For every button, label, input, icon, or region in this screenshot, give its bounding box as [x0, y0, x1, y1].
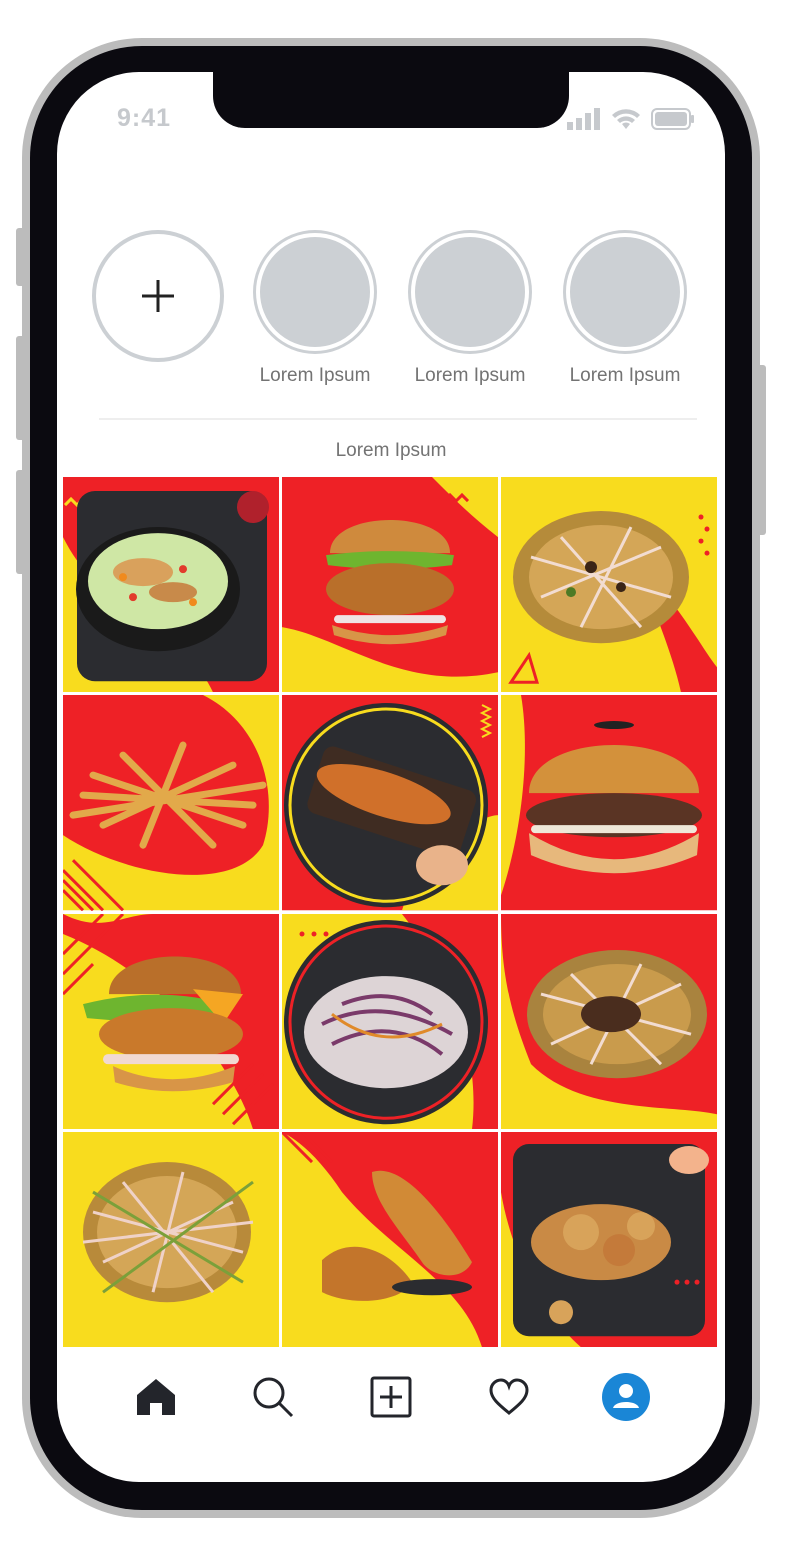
sauce-fries-post[interactable] [63, 1131, 279, 1347]
chicken-strips-post[interactable] [282, 1131, 498, 1347]
plus-icon [142, 280, 174, 312]
loaded-fries-post[interactable] [501, 477, 717, 693]
add-story-circle[interactable] [92, 230, 224, 362]
pulled-beef-burger-post[interactable] [501, 695, 717, 911]
story-label: Lorem Ipsum [569, 365, 681, 386]
chicken-burger-post[interactable] [282, 477, 498, 693]
signal-icon [567, 108, 600, 130]
french-fries-post[interactable] [63, 695, 279, 911]
status-icons [567, 108, 695, 130]
nav-add-post[interactable] [363, 1369, 419, 1425]
nav-search[interactable] [245, 1369, 301, 1425]
search-icon [253, 1377, 294, 1418]
divider [99, 418, 697, 420]
post-grid [63, 477, 717, 1347]
story-item[interactable]: Lorem Ipsum [403, 230, 537, 387]
add-story[interactable] [91, 230, 225, 362]
story-avatar[interactable] [256, 233, 374, 351]
bottom-nav [57, 1352, 725, 1442]
home-icon [136, 1379, 175, 1415]
coleslaw-post[interactable] [282, 913, 498, 1129]
battery-icon [651, 108, 694, 130]
profile-icon [602, 1373, 651, 1421]
mute-switch [16, 228, 26, 286]
volume-up-button [16, 336, 26, 440]
wifi-icon [612, 109, 640, 129]
story-item[interactable]: Lorem Ipsum [558, 230, 692, 387]
stories-row: Lorem Ipsum Lorem Ipsum Lorem Ipsum [91, 230, 701, 410]
chicken-wings-post[interactable] [282, 695, 498, 911]
add-post-icon [370, 1376, 412, 1418]
power-button [756, 365, 766, 535]
notch [213, 72, 569, 128]
heart-icon [489, 1378, 529, 1415]
status-time: 9:41 [117, 104, 172, 132]
story-avatar[interactable] [566, 233, 684, 351]
beef-loaded-fries-post[interactable] [501, 913, 717, 1129]
nav-home[interactable] [128, 1369, 184, 1425]
story-item[interactable]: Lorem Ipsum [248, 230, 382, 387]
nav-profile[interactable] [598, 1369, 654, 1425]
volume-down-button [16, 470, 26, 574]
story-label: Lorem Ipsum [414, 365, 526, 386]
screen: 9:41 Lorem Ipsum Lorem Ipsum Lorem Ipsum… [57, 72, 725, 1482]
crispy-chicken-burger-post[interactable] [63, 913, 279, 1129]
section-label[interactable]: Lorem Ipsum [57, 440, 725, 462]
chicken-bites-post[interactable] [501, 1131, 717, 1347]
nav-activity[interactable] [481, 1369, 537, 1425]
story-label: Lorem Ipsum [259, 365, 371, 386]
salad-post[interactable] [63, 477, 279, 693]
story-avatar[interactable] [411, 233, 529, 351]
